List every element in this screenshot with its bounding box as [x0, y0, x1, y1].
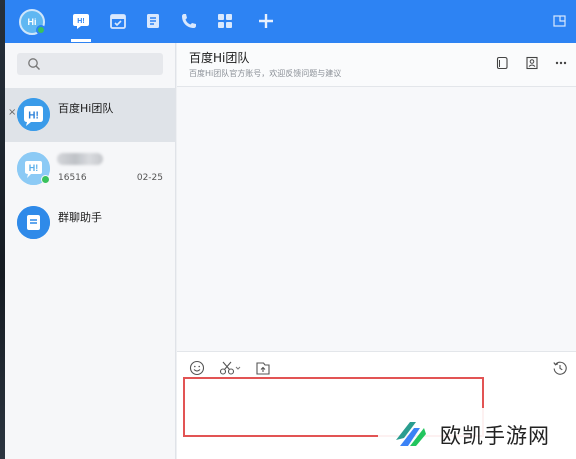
search-input[interactable] — [45, 55, 157, 73]
avatar-text: Hi — [27, 17, 37, 27]
screenshot-scissors-icon[interactable] — [219, 360, 243, 376]
conversation-name: 群聊助手 — [58, 211, 102, 224]
svg-text:H!: H! — [28, 111, 39, 122]
message-list[interactable] — [177, 87, 576, 349]
online-status-icon — [41, 175, 50, 184]
contact-card-icon[interactable] — [525, 56, 539, 70]
chat-title: 百度Hi团队 — [189, 51, 250, 65]
top-bar: Hi H! — [5, 0, 576, 43]
watermark-text: 欧凯手游网 — [440, 424, 550, 448]
close-conversation-icon[interactable]: × — [8, 107, 16, 118]
conversation-name: 百度Hi团队 — [58, 102, 114, 115]
upload-file-icon[interactable] — [255, 360, 271, 376]
conversation-preview: 16516 — [58, 173, 87, 183]
apps-tab-icon[interactable] — [216, 12, 234, 30]
history-icon[interactable] — [552, 360, 568, 376]
chat-subtitle: 百度Hi团队官方账号，欢迎反馈问题与建议 — [189, 69, 342, 78]
conversation-sidebar: × H! 百度Hi团队 H! 16516 02-25 群聊助手 — [5, 43, 176, 459]
svg-text:H!: H! — [29, 163, 39, 173]
emoji-icon[interactable] — [189, 360, 205, 376]
watermark-logo-icon — [396, 422, 426, 446]
search-icon — [28, 58, 40, 70]
add-icon[interactable] — [257, 12, 275, 30]
user-avatar[interactable]: Hi — [19, 9, 46, 35]
conversation-item[interactable]: H! 16516 02-25 — [5, 142, 175, 196]
conversation-item[interactable]: 群聊助手 — [5, 196, 175, 250]
online-status-icon — [36, 25, 46, 35]
group-assistant-icon — [17, 206, 50, 239]
calendar-tab-icon[interactable] — [109, 12, 127, 30]
blurred-contact-name — [57, 153, 103, 165]
more-options-icon[interactable] — [554, 56, 568, 70]
hi-team-logo-icon: H! — [17, 98, 50, 131]
conversation-avatar — [17, 206, 50, 239]
phone-tab-icon[interactable] — [180, 12, 198, 30]
restore-window-icon[interactable] — [553, 15, 566, 27]
document-icon[interactable] — [495, 56, 509, 70]
svg-text:H!: H! — [77, 18, 84, 25]
active-tab-indicator — [71, 39, 91, 42]
watermark: 欧凯手游网 — [378, 408, 576, 459]
chat-header: 百度Hi团队 百度Hi团队官方账号，欢迎反馈问题与建议 — [177, 43, 576, 87]
conversation-time: 02-25 — [136, 173, 163, 183]
conversation-item[interactable]: × H! 百度Hi团队 — [5, 88, 175, 142]
chat-panel: 百度Hi团队 百度Hi团队官方账号，欢迎反馈问题与建议 — [177, 43, 576, 459]
conversation-avatar: H! — [17, 98, 50, 131]
notes-tab-icon[interactable] — [144, 12, 162, 30]
chat-tab-icon[interactable]: H! — [72, 12, 90, 30]
